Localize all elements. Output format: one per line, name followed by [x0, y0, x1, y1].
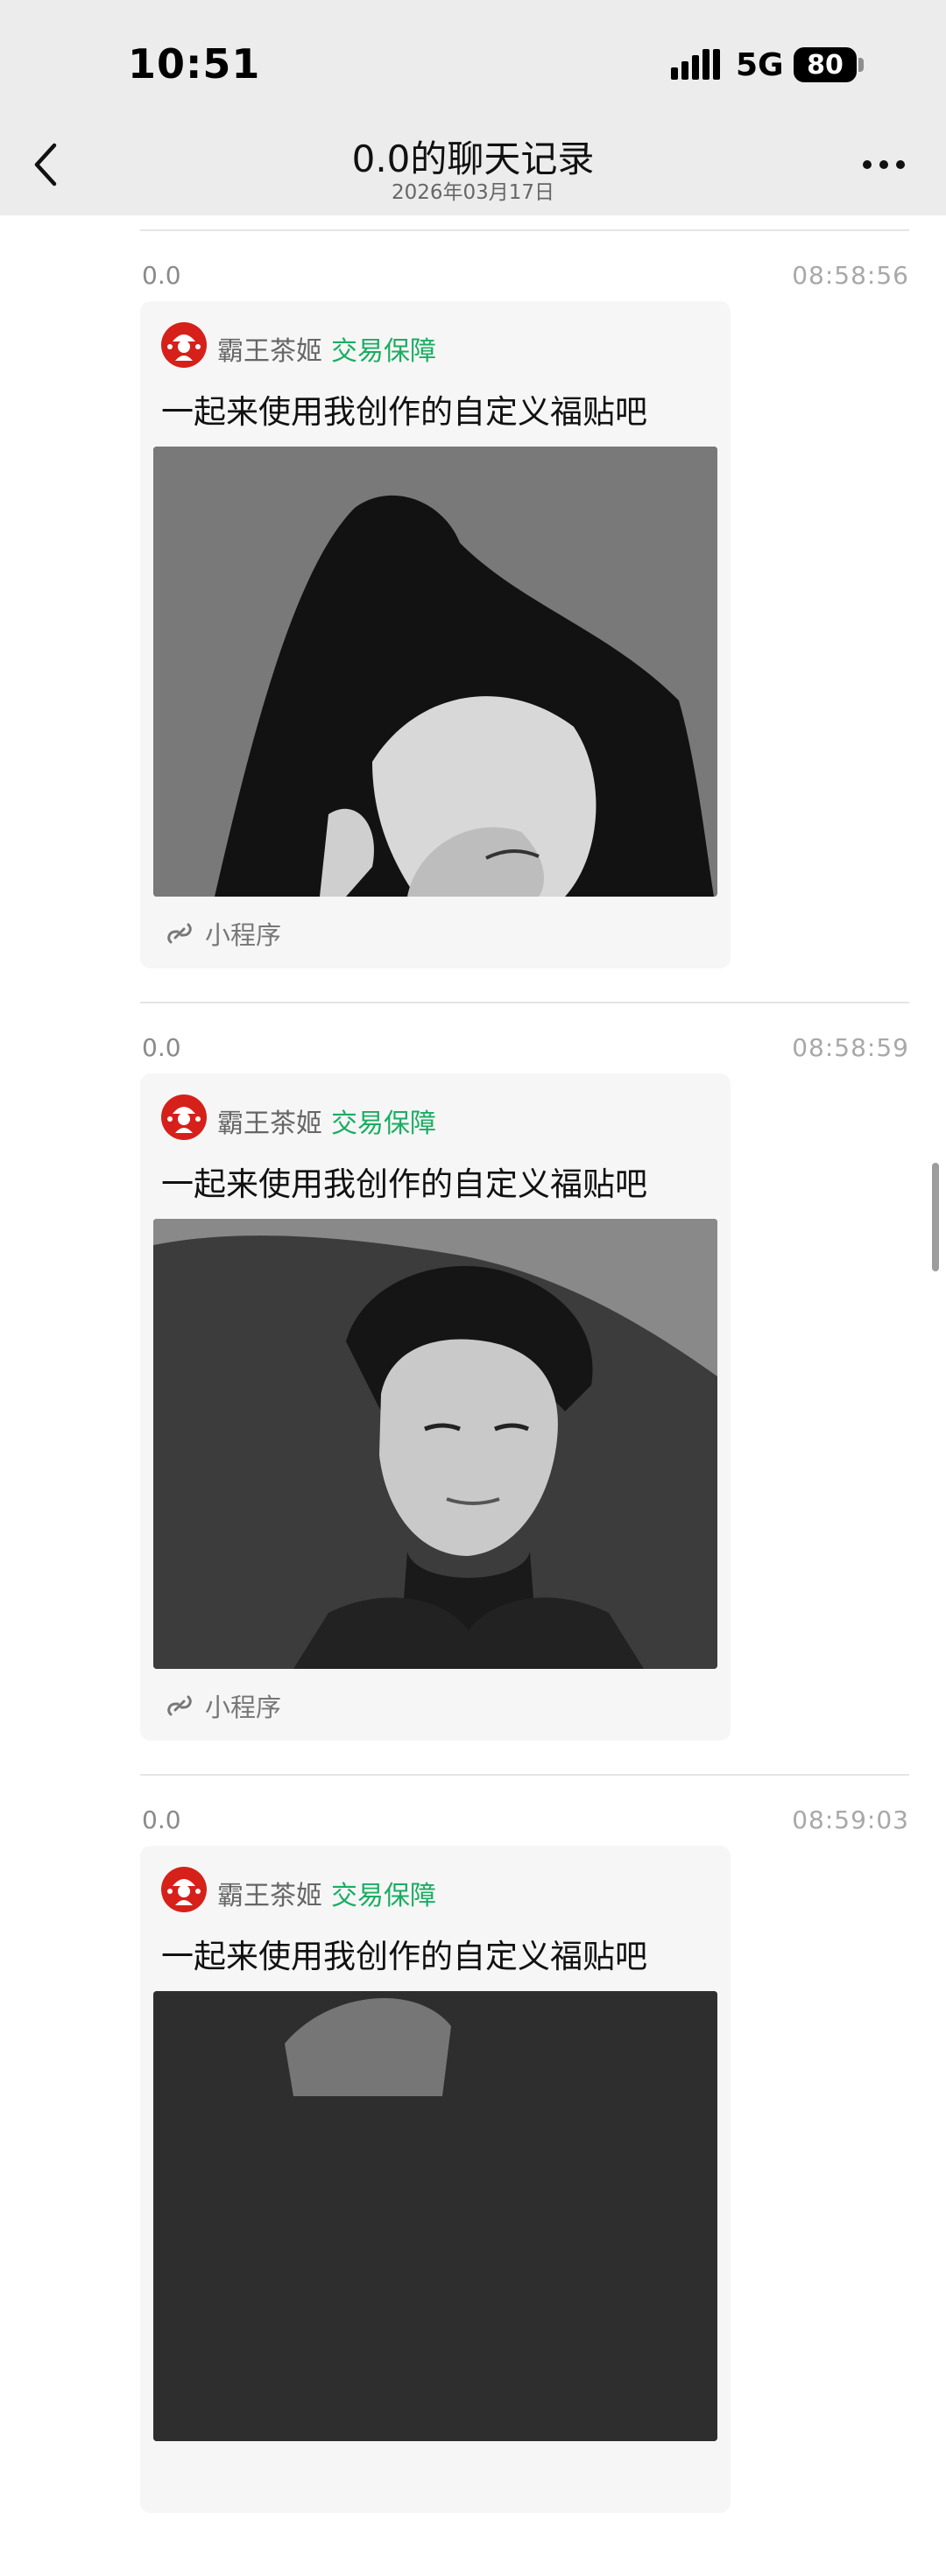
chat-record-item: 0.0 08:58:59 霸王茶姬 交易保障 一起来使用我创作的自定义福贴吧 小…: [0, 1033, 946, 1804]
trade-guarantee-badge: 交易保障: [331, 1881, 436, 1911]
link-icon: [167, 923, 192, 944]
chat-record-item: 0.0 08:58:56 霸王茶姬 交易保障 一起来使用我创作的自定义福贴吧 小…: [0, 261, 946, 1031]
trade-guarantee-badge: 交易保障: [331, 336, 436, 367]
card-app-line: 霸王茶姬 交易保障: [217, 1101, 436, 1140]
card-app-name: 霸王茶姬: [217, 1881, 322, 1911]
mini-program-label: 小程序: [205, 920, 282, 950]
signal-bars-icon: [671, 49, 720, 80]
mini-program-card[interactable]: 霸王茶姬 交易保障 一起来使用我创作的自定义福贴吧 小程序: [140, 301, 731, 968]
status-time: 10:51: [128, 40, 261, 88]
card-app-name: 霸王茶姬: [217, 1109, 322, 1139]
tea-brand-logo: [161, 1867, 207, 1912]
network-type: 5G: [736, 47, 784, 83]
sender-name: 0.0: [142, 1805, 181, 1834]
divider: [140, 229, 909, 231]
sender-name: 0.0: [142, 1033, 181, 1062]
battery-level: 80: [794, 47, 857, 82]
sender-name: 0.0: [142, 261, 181, 290]
header: 10:51 5G 80 0.0的聊天记录 2026年03月17日: [0, 0, 946, 215]
message-time: 08:58:59: [792, 1033, 909, 1062]
card-footer: 小程序: [165, 1690, 282, 1722]
mini-program-card[interactable]: 霸王茶姬 交易保障 一起来使用我创作的自定义福贴吧 小程序: [140, 1073, 731, 1741]
more-dots-icon[interactable]: [860, 158, 907, 172]
card-cover-image: [153, 447, 717, 897]
page-subtitle-date: 2026年03月17日: [391, 181, 555, 204]
battery-icon: 80: [794, 47, 864, 82]
battery-cap: [858, 58, 864, 72]
card-description: 一起来使用我创作的自定义福贴吧: [161, 393, 647, 431]
card-cover-image: [153, 1991, 717, 2441]
card-description: 一起来使用我创作的自定义福贴吧: [161, 1938, 647, 1975]
message-time: 08:58:56: [792, 261, 909, 290]
chat-record-item: 0.0 08:59:03 霸王茶姬 交易保障 一起来使用我创作的自定义福贴吧: [0, 1805, 946, 2576]
card-app-line: 霸王茶姬 交易保障: [217, 1874, 436, 1912]
card-footer: 小程序: [165, 918, 282, 950]
message-time: 08:59:03: [792, 1805, 909, 1834]
card-app-name: 霸王茶姬: [217, 336, 322, 367]
card-cover-image: [153, 1219, 717, 1669]
mini-program-card[interactable]: 霸王茶姬 交易保障 一起来使用我创作的自定义福贴吧: [140, 1846, 731, 2513]
card-app-line: 霸王茶姬 交易保障: [217, 329, 436, 368]
card-description: 一起来使用我创作的自定义福贴吧: [161, 1165, 647, 1203]
tea-brand-logo: [161, 322, 207, 368]
link-icon: [167, 1695, 192, 1716]
tea-brand-logo: [161, 1094, 207, 1140]
mini-program-label: 小程序: [205, 1693, 282, 1722]
trade-guarantee-badge: 交易保障: [331, 1109, 436, 1139]
scrollbar[interactable]: [932, 1163, 939, 1271]
